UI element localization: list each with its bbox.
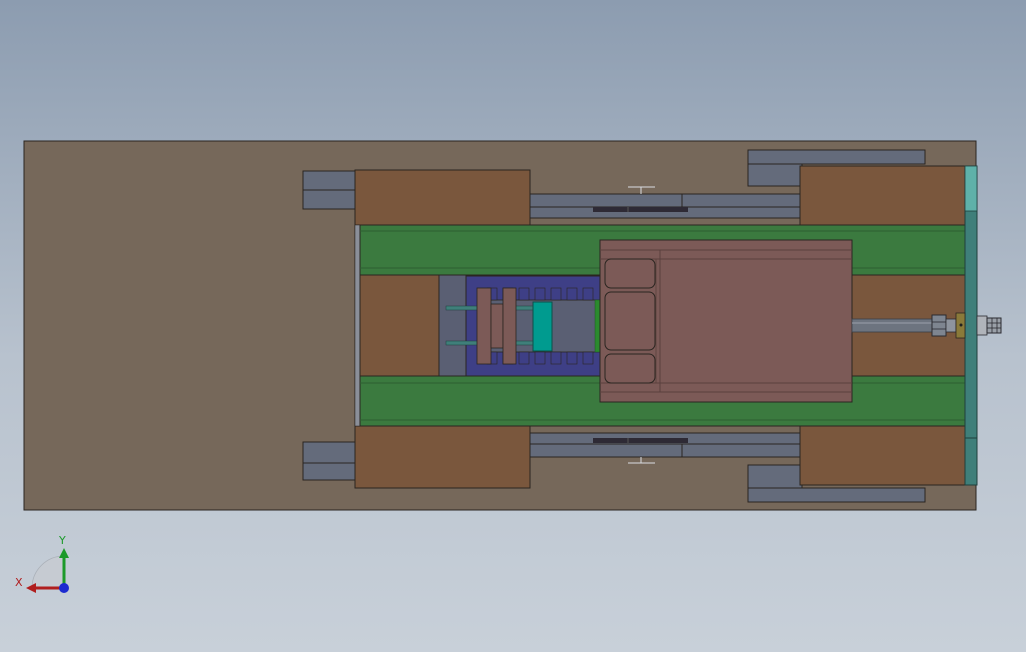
triad-x-label: X (15, 576, 23, 589)
upper-rail-slot (593, 207, 688, 212)
handwheel-hub-icon[interactable] (955, 312, 1002, 339)
cad-viewport[interactable]: Y X (0, 0, 1026, 652)
teal-workpiece[interactable] (532, 301, 553, 352)
carriage-pocket-bottom (604, 353, 656, 384)
mount-block-bottom-right[interactable] (799, 424, 966, 486)
mount-block-top-right[interactable] (799, 165, 966, 227)
lead-screw[interactable] (851, 318, 933, 333)
carriage-pocket-top (604, 258, 656, 289)
carriage-pocket-middle (604, 291, 656, 351)
mount-block-top-left[interactable] (354, 169, 531, 227)
left-upper-clamp[interactable] (302, 170, 357, 210)
left-lower-clamp[interactable] (302, 441, 357, 481)
z-axis-dot-icon (59, 583, 69, 593)
frame-edge-left (354, 224, 361, 427)
mount-block-bottom-left[interactable] (354, 424, 531, 489)
left-center-block[interactable] (359, 274, 441, 377)
lower-rail-slot (593, 438, 688, 443)
assembly-drawing[interactable]: Y X (0, 0, 1026, 652)
coordinate-triad[interactable]: Y X (15, 534, 69, 593)
carriage[interactable] (599, 239, 853, 403)
triad-quarter-disc-icon (31, 555, 65, 589)
triad-y-label: Y (58, 534, 66, 547)
end-plate[interactable] (964, 165, 978, 486)
